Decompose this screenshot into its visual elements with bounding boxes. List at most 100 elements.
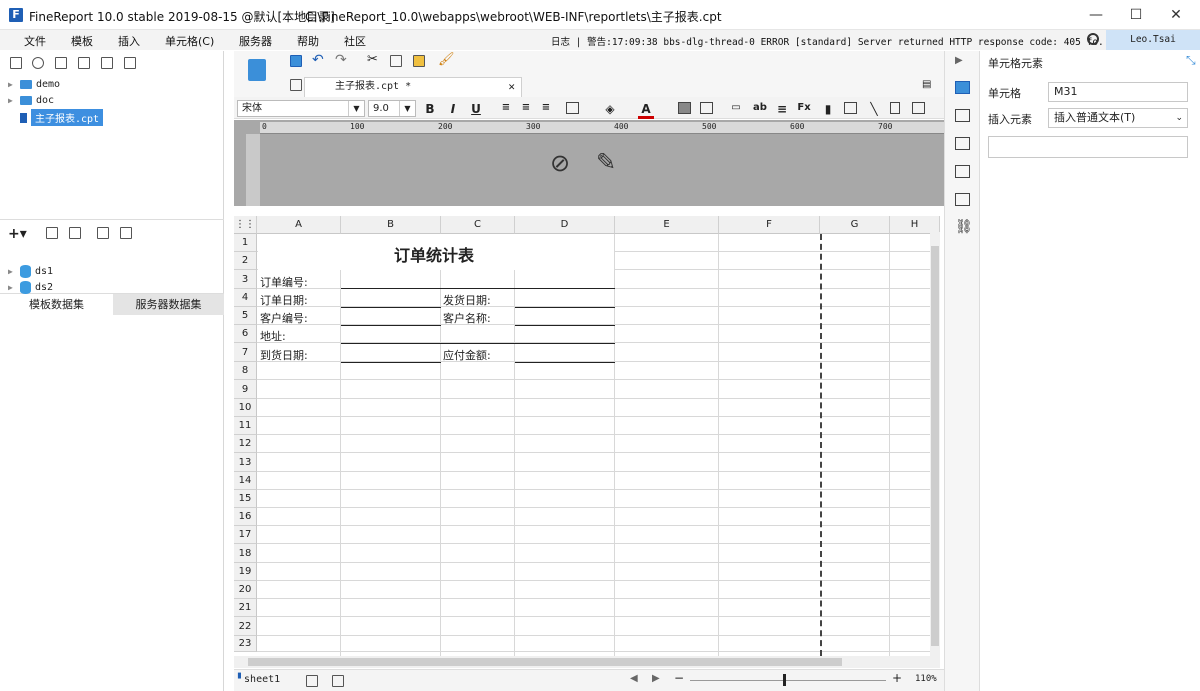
insert-subreport-icon[interactable] bbox=[890, 102, 900, 114]
cell-name-input[interactable]: M31 bbox=[1048, 82, 1188, 102]
copy-icon[interactable] bbox=[124, 57, 136, 69]
tree-item-demo[interactable]: ▶ demo bbox=[8, 79, 60, 90]
cell-element-icon[interactable] bbox=[955, 81, 970, 94]
spreadsheet-grid[interactable]: ⋮⋮ A B C D E F G H 1 2 3 4 5 6 7 8 9 10 11 12 13 14 15… bbox=[234, 216, 940, 656]
menu-cell[interactable]: 单元格(C) bbox=[165, 33, 214, 49]
tab-menu-icon[interactable]: ▤ bbox=[922, 79, 931, 90]
row-header[interactable]: 15 bbox=[234, 490, 257, 508]
row-header[interactable]: 8 bbox=[234, 362, 257, 380]
column-header[interactable]: F bbox=[719, 216, 820, 234]
column-header[interactable]: G bbox=[820, 216, 890, 234]
insert-chart-icon[interactable]: ▮ bbox=[820, 102, 836, 116]
hide-eye-icon[interactable]: ⊘ bbox=[550, 149, 570, 177]
maximize-button[interactable]: ☐ bbox=[1116, 4, 1156, 26]
border-icon[interactable] bbox=[566, 102, 579, 114]
template-list-icon[interactable] bbox=[248, 59, 266, 81]
row-header[interactable]: 23 bbox=[234, 636, 257, 652]
row-header[interactable]: 20 bbox=[234, 581, 257, 599]
edit-pencil-icon[interactable]: ✎ bbox=[596, 148, 616, 176]
save-icon[interactable] bbox=[290, 55, 302, 67]
dataset-params-icon[interactable] bbox=[120, 227, 132, 239]
align-center-icon[interactable]: ≡ bbox=[518, 102, 534, 113]
row-header[interactable]: 7 bbox=[234, 343, 257, 362]
document-tab[interactable]: 主子报表.cpt * ✕ bbox=[304, 77, 522, 97]
column-header[interactable]: E bbox=[615, 216, 719, 234]
row-header[interactable]: 5 bbox=[234, 307, 257, 325]
column-header[interactable]: B bbox=[341, 216, 441, 234]
vertical-scrollbar[interactable] bbox=[930, 232, 940, 656]
insert-ab-icon[interactable]: ab bbox=[752, 102, 768, 113]
menu-help[interactable]: 帮助 bbox=[297, 33, 319, 49]
zoom-out-button[interactable]: − bbox=[674, 671, 684, 685]
redo-icon[interactable]: ↷ bbox=[335, 52, 347, 68]
row-header[interactable]: 18 bbox=[234, 544, 257, 563]
font-size-select[interactable]: 9.0 ▼ bbox=[368, 100, 416, 117]
insert-slash-icon[interactable]: ╲ bbox=[866, 102, 882, 116]
fill-color-icon[interactable]: ◈ bbox=[602, 102, 618, 116]
row-header[interactable]: 21 bbox=[234, 599, 257, 617]
row-header[interactable]: 2 bbox=[234, 252, 257, 270]
align-right-icon[interactable]: ≡ bbox=[538, 102, 554, 113]
row-header[interactable]: 3 bbox=[234, 270, 257, 289]
condition-attr-icon[interactable] bbox=[955, 193, 970, 206]
row-header[interactable]: 11 bbox=[234, 417, 257, 435]
prev-sheet-icon[interactable]: ◀ bbox=[630, 673, 638, 684]
italic-button[interactable]: I bbox=[445, 102, 461, 116]
row-header[interactable]: 1 bbox=[234, 234, 257, 252]
underline-button[interactable]: U bbox=[468, 102, 484, 116]
paste-icon[interactable] bbox=[413, 55, 425, 67]
column-header[interactable]: A bbox=[257, 216, 341, 234]
add-poly-sheet-icon[interactable] bbox=[332, 675, 344, 687]
formula-icon[interactable]: Fx bbox=[796, 102, 812, 113]
cell-content-input[interactable] bbox=[988, 136, 1188, 158]
select-all-corner[interactable]: ⋮⋮ bbox=[234, 216, 257, 234]
font-color-icon[interactable]: A bbox=[638, 102, 654, 119]
hyperlink-icon[interactable]: ⛓ bbox=[955, 219, 973, 235]
column-header[interactable]: D bbox=[515, 216, 615, 234]
next-sheet-icon[interactable]: ▶ bbox=[652, 673, 660, 684]
row-header[interactable]: 22 bbox=[234, 617, 257, 636]
row-header[interactable]: 13 bbox=[234, 453, 257, 472]
bold-button[interactable]: B bbox=[422, 102, 438, 116]
minimize-button[interactable]: — bbox=[1076, 4, 1116, 26]
sheet-design-icon[interactable] bbox=[290, 79, 302, 91]
insert-text-icon[interactable]: ▭ bbox=[728, 102, 744, 113]
panel-splitter[interactable] bbox=[0, 219, 224, 224]
unmerge-cells-icon[interactable] bbox=[700, 102, 713, 114]
insert-float-icon[interactable] bbox=[912, 102, 925, 114]
tree-item-doc[interactable]: ▶ doc bbox=[8, 95, 54, 106]
add-dataset-icon[interactable]: +▾ bbox=[8, 226, 27, 242]
row-header[interactable]: 10 bbox=[234, 399, 257, 417]
expand-arrow-icon[interactable]: ▶ bbox=[955, 55, 963, 66]
tab-server-dataset[interactable]: 服务器数据集 bbox=[113, 293, 224, 315]
log-message[interactable]: 日志 | 警告:17:09:38 bbs-dlg-thread-0 ERROR … bbox=[551, 34, 1115, 48]
delete-dataset-icon[interactable] bbox=[69, 227, 81, 239]
copy-cell-icon[interactable] bbox=[390, 55, 402, 67]
row-header[interactable]: 6 bbox=[234, 325, 257, 343]
h-scroll-thumb[interactable] bbox=[248, 658, 842, 666]
zoom-in-button[interactable]: + bbox=[892, 671, 902, 685]
row-header[interactable]: 19 bbox=[234, 563, 257, 581]
user-account[interactable]: Leo.Tsai bbox=[1106, 30, 1200, 50]
menu-community[interactable]: 社区 bbox=[344, 33, 366, 49]
insert-rich-text-icon[interactable]: ≡ bbox=[774, 102, 790, 116]
preview-icon[interactable] bbox=[97, 227, 109, 239]
refresh-icon[interactable] bbox=[32, 57, 44, 69]
locate-icon[interactable] bbox=[78, 57, 90, 69]
font-family-select[interactable]: 宋体 ▼ bbox=[237, 100, 365, 117]
pin-icon[interactable]: ⤡ bbox=[1186, 53, 1196, 68]
new-folder-icon[interactable] bbox=[10, 57, 22, 69]
widget-icon[interactable] bbox=[955, 165, 970, 178]
expand-arrow-icon[interactable]: ▶ bbox=[8, 96, 16, 105]
add-sheet-icon[interactable] bbox=[306, 675, 318, 687]
zoom-level[interactable]: 110% bbox=[915, 674, 937, 684]
format-painter-icon[interactable]: 🖌 bbox=[438, 52, 455, 67]
scroll-thumb[interactable] bbox=[931, 246, 939, 646]
search-icon[interactable] bbox=[1087, 33, 1099, 45]
merge-cells-icon[interactable] bbox=[678, 102, 691, 114]
horizontal-scrollbar[interactable] bbox=[234, 656, 940, 668]
row-header[interactable]: 14 bbox=[234, 472, 257, 490]
menu-file[interactable]: 文件 bbox=[24, 33, 46, 49]
row-header[interactable]: 9 bbox=[234, 380, 257, 399]
insert-element-select[interactable]: 插入普通文本(T) ⌄ bbox=[1048, 108, 1188, 128]
